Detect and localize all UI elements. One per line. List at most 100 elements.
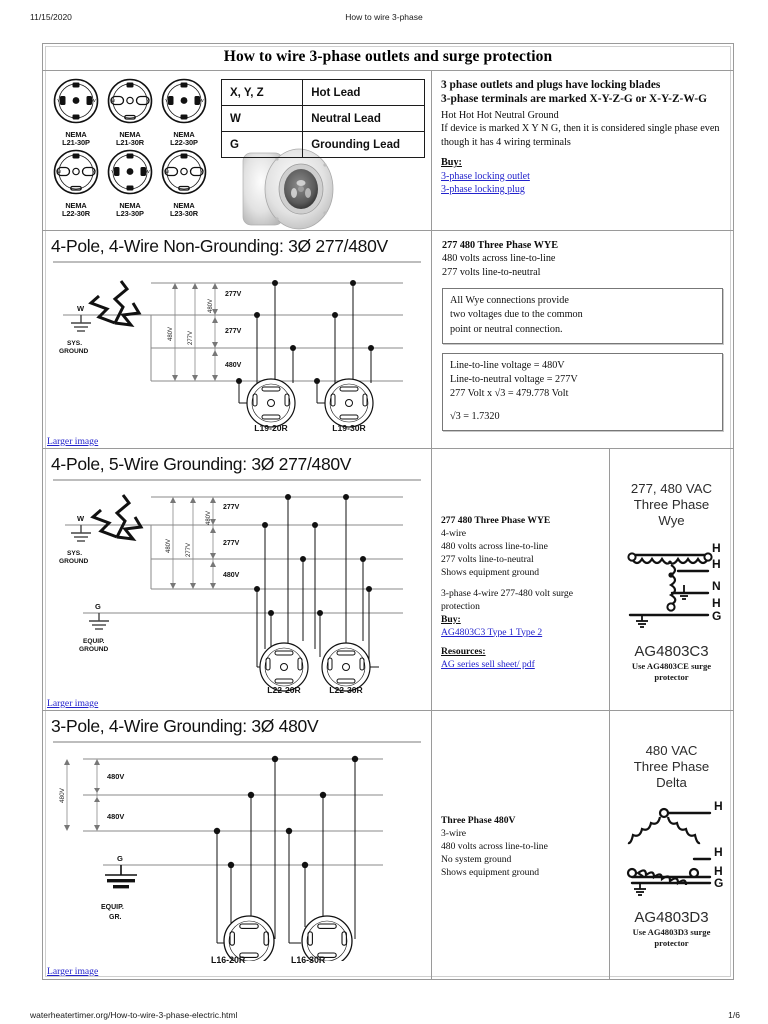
note1-line0: All Wye connections provide [450,295,569,307]
larger-image-link-1[interactable]: Larger image [47,436,98,447]
sch-delta-line1: 480 VAC [645,743,698,758]
wiring-diagram-4wire: W SYS. GROUND 480V 277V 480V 277V 277V 4… [59,280,403,433]
voltage-277-a: 277V [223,504,240,511]
link-3phase-locking-plug[interactable]: 3-phase locking plug [441,183,725,196]
nema-l23-30r-icon: W Y [161,149,207,195]
wye-schematic-icon: H H N H G [626,541,721,629]
wye4-para2: 3-phase 4-wire 277-480 volt surge protec… [441,587,573,612]
nema-plug-4: Y W NEMA L23-30P [103,148,157,218]
side-voltage-480: 480V [168,327,174,341]
wye-line-1: 277 volts line-to-neutral [442,266,541,278]
sys-ground-line2: GROUND [59,558,89,565]
svg-text:N: N [712,579,721,593]
text-cell-wye-277-480: 277 480 Three Phase WYE 480 volts across… [431,231,733,449]
nema-l21-30r-icon: W Y [107,78,153,124]
svg-text:H: H [714,799,723,813]
text-cell-wye-4wire: 277 480 Three Phase WYE 4-wire 480 volts… [431,449,609,711]
delta-schematic-icon: H H H G [626,799,723,897]
nema-plug-3-label: NEMA L22-30R [61,200,91,218]
side-voltage-277: 277V [186,543,192,557]
lead-legend-cell: X, Y, Z Hot Lead W Neutral Lead G Ground… [215,71,431,231]
section-title-4wire: 4-Pole, 4-Wire Non-Grounding: 3Ø 277/480… [51,236,388,256]
nema-plug-3: W Y NEMA L22-30R [49,148,103,218]
nema-plug-grid: Y W NEMA L21-30P W Y NEMA L21-30R Y W NE… [49,77,211,218]
svg-text:H: H [712,596,721,610]
lead-value: Neutral Lead [302,105,425,132]
sch-delta-line3: Delta [656,775,687,791]
link-ag-series-sell-sheet[interactable]: AG series sell sheet/ pdf [441,659,601,672]
sch-wye-line3: Wye [658,513,685,529]
receptacle-label-l16-30r: L16-30R [291,955,326,965]
lead-value: Grounding Lead [302,131,425,158]
link-ag4803c3[interactable]: AG4803C3 Type 1 Type 2 [441,627,601,640]
sch-wye-sub2: protector [654,672,689,683]
row-4pole-4wire-nongrounding: 4-Pole, 4-Wire Non-Grounding: 3Ø 277/480… [43,231,733,449]
schematic-part-delta: AG4803D3 [634,909,709,927]
receptacle-l22-20r [259,642,309,692]
receptacle-l19-20r [246,378,296,428]
sys-ground-line1: SYS. [67,340,82,347]
larger-image-link-2[interactable]: Larger image [47,698,98,709]
schematic-cell-wye: 277, 480 VAC Three Phase Wye H H N H G A… [609,449,733,711]
table-row: X, Y, Z Hot Lead [220,79,425,106]
svg-text:Y: Y [146,98,149,103]
nema-l21-30p-icon: Y W [53,78,99,124]
receptacle-label-0: L22-20R [267,685,301,693]
diagram-cell-5wire: 4-Pole, 5-Wire Grounding: 3Ø 277/480V W … [43,449,431,711]
sch-wye-line1: 277, 480 VAC [630,481,713,496]
svg-text:G: G [712,609,721,623]
side-voltage-480b: 480V [206,511,212,525]
note2-line0: Line-to-line voltage = 480V [450,359,565,371]
voltage-277-b: 277V [223,540,240,547]
nema-l22-30p-icon: Y W [161,78,207,124]
voltage-277-a: 277V [225,291,242,298]
nema-plug-2-label: NEMA L22-30P [170,130,198,147]
schematic-part-wye: AG4803C3 [634,643,709,661]
nema-l22-30r-icon: W Y [53,149,99,195]
sch-wye-line2: Three Phase [633,497,710,513]
table-row: G Grounding Lead [220,131,425,158]
section-title-3pole: 3-Pole, 4-Wire Grounding: 3Ø 480V [51,716,319,736]
lead-key: W [220,105,304,132]
nema-plug-gallery: Y W NEMA L21-30P W Y NEMA L21-30R Y W NE… [43,71,215,231]
title-row: How to wire 3-phase outlets and surge pr… [43,44,733,71]
equip-ground-line2: GROUND [79,646,109,653]
voltage-277-b: 277V [225,328,242,335]
page-root: 11/15/2020 How to wire 3-phase How to wi… [0,0,768,1024]
lead-legend-table: X, Y, Z Hot Lead W Neutral Lead G Ground… [220,79,425,158]
neutral-label: W [77,304,85,313]
note2-line4: √3 = 1.7320 [450,410,500,422]
larger-image-link-3[interactable]: Larger image [47,966,98,977]
nema-plug-4-label: NEMA L23-30P [116,200,144,218]
receptacle-label-1: L19-30R [332,423,366,431]
voltage-480: 480V [223,572,240,579]
equip-gr-line1: EQUIP. [101,904,124,911]
svg-text:Y: Y [200,169,203,174]
nema-plug-0-label: NEMA L21-30P [62,130,90,147]
receptacle-label-1: L22-30R [329,685,363,693]
side-voltage-480: 480V [59,787,66,803]
document-table: How to wire 3-phase outlets and surge pr… [42,43,734,980]
nema-plug-5: W Y NEMA L23-30R [157,148,211,218]
nema-plug-0: Y W NEMA L21-30P [49,77,103,147]
voltage-480: 480V [225,362,242,369]
buy-label: Buy: [441,157,462,169]
receptacle-label-0: L19-20R [254,423,288,431]
nema-plug-2: Y W NEMA L22-30P [157,77,211,147]
svg-text:Y: Y [165,98,168,103]
schematic-sub-delta: Use AG4803D3 surge protector [614,927,729,948]
intro-text-cell: 3 phase outlets and plugs have locking b… [431,71,733,231]
side-voltage-480: 480V [166,539,172,553]
delta-heading: Three Phase 480V [441,815,516,826]
footer-page-number: 1/6 [728,1010,740,1020]
print-title: How to wire 3-phase [345,12,423,22]
page-title: How to wire 3-phase outlets and surge pr… [223,48,553,65]
svg-text:H: H [712,541,721,555]
nema-l23-30p-icon: Y W [107,149,153,195]
nema-plug-5-label: NEMA L23-30R [169,200,199,218]
wye4-heading: 277 480 Three Phase WYE [441,515,551,526]
link-3phase-locking-outlet[interactable]: 3-phase locking outlet [441,170,725,183]
delta-line-0: 3-wire [441,827,467,839]
table-row: W Neutral Lead [220,105,425,132]
side-voltage-277: 277V [188,331,194,345]
